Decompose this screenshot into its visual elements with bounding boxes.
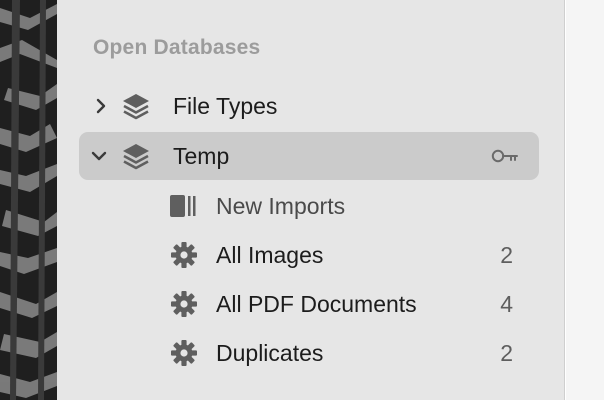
item-count-badge: 4 (500, 291, 513, 317)
sidebar-item-label: All PDF Documents (216, 291, 417, 317)
sidebar-item-duplicates[interactable]: Duplicates 2 (79, 329, 539, 377)
chevron-down-icon[interactable] (89, 146, 109, 166)
section-header-open-databases: Open Databases (93, 36, 261, 59)
gear-icon (171, 340, 197, 366)
sidebar-item-temp[interactable]: Temp (79, 132, 539, 180)
sidebar-item-all-pdf-documents[interactable]: All PDF Documents 4 (79, 280, 539, 328)
stack-icon (123, 144, 149, 170)
sidebar-item-new-imports[interactable]: New Imports (79, 182, 539, 230)
stack-icon (123, 94, 149, 120)
chevron-right-icon[interactable] (91, 96, 111, 116)
sidebar-item-file-types[interactable]: File Types (79, 82, 539, 130)
sidebar-item-all-images[interactable]: All Images 2 (79, 231, 539, 279)
sidebar-item-label: Temp (173, 143, 230, 169)
sidebar: Open Databases File Types Temp New Impor… (57, 0, 565, 400)
gear-icon (171, 291, 197, 317)
sidebar-item-label: Duplicates (216, 340, 324, 366)
item-count-badge: 2 (500, 340, 513, 366)
item-count-badge: 2 (500, 242, 513, 268)
main-content-area (566, 0, 604, 400)
sidebar-item-label: New Imports (216, 193, 346, 219)
sidebar-item-label: File Types (173, 93, 278, 119)
desktop-wallpaper (0, 0, 57, 400)
inbox-icon (170, 195, 196, 217)
wallpaper-texture (0, 0, 57, 400)
app-window: Open Databases File Types Temp New Impor… (0, 0, 604, 400)
gear-icon (171, 242, 197, 268)
sidebar-item-label: All Images (216, 242, 324, 268)
key-icon (491, 149, 518, 163)
